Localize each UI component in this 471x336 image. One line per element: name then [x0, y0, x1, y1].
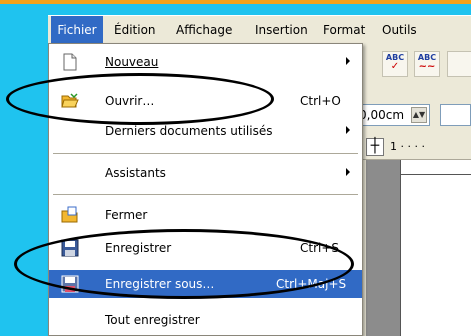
- spellcheck-button[interactable]: ABC ✓: [382, 51, 408, 77]
- page-margin-line: [400, 160, 471, 175]
- close-document-icon: [61, 206, 78, 223]
- menu-separator: [53, 153, 358, 154]
- toolbar-field-partial[interactable]: [440, 104, 471, 126]
- indent-value: 0,00cm: [359, 108, 405, 122]
- tab-stop-icon[interactable]: ┼: [366, 138, 384, 156]
- menu-edition[interactable]: Édition: [114, 16, 156, 44]
- autospellcheck-button[interactable]: ABC ~~: [414, 51, 440, 77]
- submenu-arrow-icon: [346, 57, 350, 65]
- menu-item-nouveau[interactable]: Nouveau: [49, 48, 362, 76]
- menu-item-label: Assistants: [105, 166, 166, 180]
- menu-item-tout-enregistrer[interactable]: Tout enregistrer: [49, 306, 362, 334]
- annotation-circle-ouvrir: [6, 73, 274, 125]
- menu-item-shortcut: Ctrl+O: [300, 94, 341, 108]
- submenu-arrow-icon: [346, 168, 350, 176]
- menu-item-label: Fermer: [105, 208, 148, 222]
- toolbar-button-partial[interactable]: [447, 51, 471, 77]
- annotation-circle-enregistrer: [14, 229, 354, 299]
- menu-separator: [53, 194, 358, 195]
- window-top-edge: [0, 0, 471, 4]
- menu-item-fermer[interactable]: Fermer: [49, 201, 362, 229]
- menu-item-label: Derniers documents utilisés: [105, 124, 273, 138]
- menu-format[interactable]: Format: [323, 16, 365, 44]
- horizontal-ruler: ┼ 1 · · · ·: [346, 135, 471, 160]
- submenu-arrow-icon: [346, 126, 350, 134]
- indent-spinbox[interactable]: 0,00cm ▲▼: [356, 104, 430, 126]
- menu-outils[interactable]: Outils: [382, 16, 417, 44]
- menu-insertion[interactable]: Insertion: [255, 16, 308, 44]
- menu-bar: Fichier Édition Affichage Insertion Form…: [48, 15, 471, 44]
- menu-item-label: Nouveau: [105, 55, 159, 69]
- new-document-icon: [63, 53, 77, 71]
- ruler-tick: 1 · · · ·: [390, 140, 425, 153]
- document-page[interactable]: [400, 160, 471, 336]
- menu-item-label: Tout enregistrer: [105, 313, 200, 327]
- menu-fichier[interactable]: Fichier: [51, 16, 103, 44]
- menu-item-assistants[interactable]: Assistants: [49, 159, 362, 187]
- menu-affichage[interactable]: Affichage: [176, 16, 232, 44]
- spin-arrows-icon[interactable]: ▲▼: [411, 107, 427, 123]
